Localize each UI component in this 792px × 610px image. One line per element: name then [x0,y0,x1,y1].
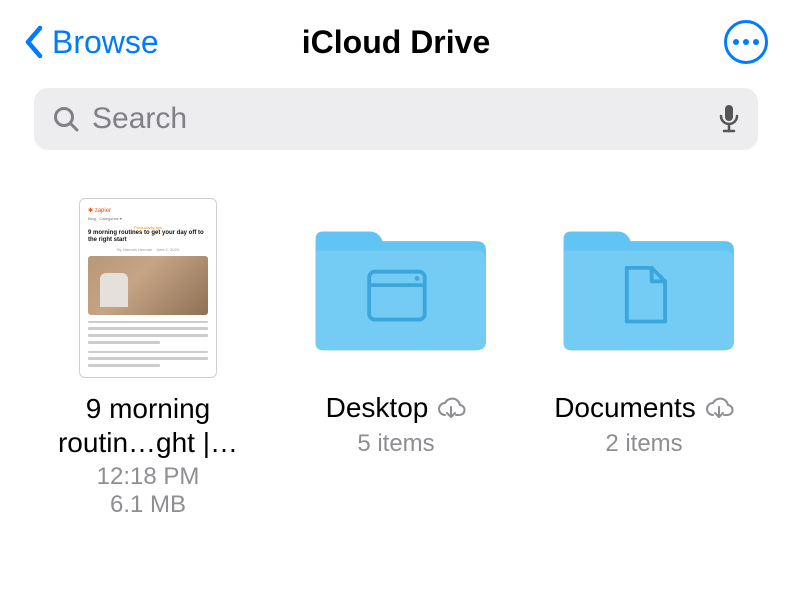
folder-item-desktop[interactable]: Desktop 5 items [304,198,488,458]
folder-count: 5 items [357,430,434,458]
file-size: 6.1 MB [110,491,186,519]
cloud-download-icon [704,396,734,420]
more-button[interactable] [724,20,768,64]
folder-item-documents[interactable]: Documents 2 items [552,198,736,458]
file-item[interactable]: ✱ zapier Blog Categories ▾ Productivity … [56,198,240,519]
search-bar[interactable] [34,88,758,150]
file-time: 12:18 PM [97,463,200,491]
file-thumbnail: ✱ zapier Blog Categories ▾ Productivity … [58,198,238,378]
back-label: Browse [52,24,159,61]
cloud-download-icon [436,396,466,420]
back-button[interactable]: Browse [24,24,159,61]
file-name: 9 morning routin…ght |… [58,392,238,459]
items-grid: ✱ zapier Blog Categories ▾ Productivity … [0,150,792,519]
folder-name: Desktop [326,392,429,424]
folder-icon [306,198,486,378]
chevron-left-icon [24,25,44,59]
nav-bar: Browse iCloud Drive [0,0,792,76]
dictation-icon[interactable] [718,104,740,134]
folder-count: 2 items [605,430,682,458]
search-bar-container [34,88,758,150]
folder-name: Documents [554,392,696,424]
folder-icon [554,198,734,378]
search-input[interactable] [92,102,706,136]
ellipsis-icon [733,39,759,45]
search-icon [52,105,80,133]
